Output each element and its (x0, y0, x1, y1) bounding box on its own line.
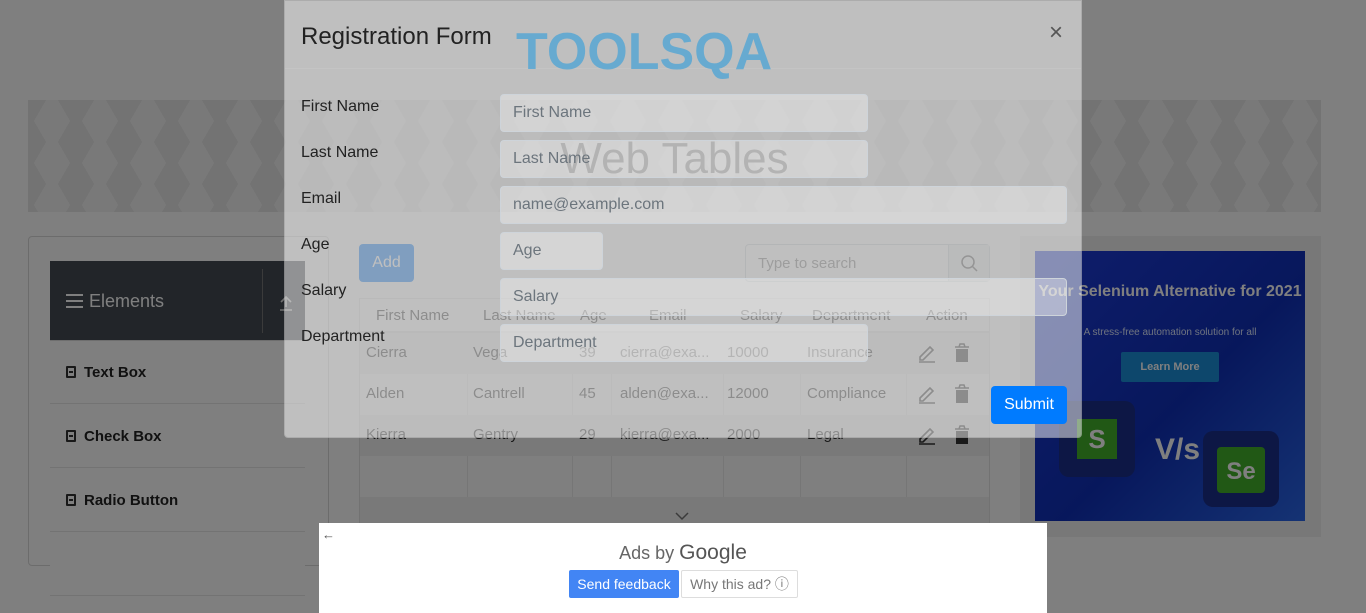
first-name-label: First Name (301, 98, 380, 115)
toolsqa-logo: TOOLSQA (516, 23, 772, 81)
age-label: Age (301, 236, 330, 253)
registration-modal: Registration Form TOOLSQA × First Name L… (284, 0, 1082, 438)
brand-text: TOOLSQA (516, 23, 772, 81)
google-logo: Google (679, 541, 747, 564)
salary-input[interactable] (500, 278, 1067, 316)
google-ads-feedback: ← Ads by Google Send feedback Why this a… (319, 523, 1047, 613)
email-label: Email (301, 190, 342, 207)
submit-button[interactable]: Submit (991, 386, 1067, 424)
last-name-input[interactable] (500, 140, 868, 178)
first-name-input[interactable] (500, 94, 868, 132)
close-button[interactable]: × (1049, 19, 1063, 47)
department-label: Department (301, 328, 385, 345)
last-name-label: Last Name (301, 144, 379, 161)
salary-label: Salary (301, 282, 347, 299)
modal-title: Registration Form (301, 23, 492, 50)
back-arrow-icon[interactable]: ← (322, 527, 335, 542)
age-input[interactable] (500, 232, 603, 270)
email-input[interactable] (500, 186, 1067, 224)
why-this-ad-button[interactable]: Why this ad? ⓘ (681, 570, 798, 598)
ads-by-label: Ads by (619, 543, 675, 563)
modal-header: Registration Form TOOLSQA × (285, 1, 1081, 81)
send-feedback-button[interactable]: Send feedback (569, 570, 679, 598)
ads-by-google: Ads by Google (319, 541, 1047, 565)
department-input[interactable] (500, 324, 868, 362)
